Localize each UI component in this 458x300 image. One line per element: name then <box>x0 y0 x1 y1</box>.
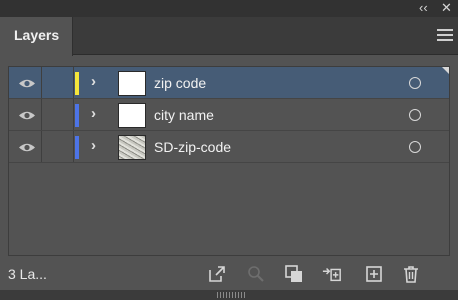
move-to-layer-icon[interactable] <box>322 264 342 284</box>
layer-name[interactable]: zip code <box>154 75 206 91</box>
layers-panel: ‹‹ ✕ Layers › zip code › city name › SD-… <box>0 0 458 300</box>
expand-chevron-icon[interactable]: › <box>91 105 96 122</box>
tab-bar: Layers <box>0 17 458 56</box>
layer-thumbnail <box>118 71 146 96</box>
layer-thumbnail <box>118 135 146 160</box>
clipping-mask-icon[interactable] <box>284 264 304 284</box>
layer-color-swatch <box>75 104 79 127</box>
layer-color-swatch <box>75 72 79 95</box>
target-circle-icon[interactable] <box>409 109 421 121</box>
tab-layers[interactable]: Layers <box>0 17 73 56</box>
layer-thumbnail <box>118 103 146 128</box>
collapse-icon[interactable]: ‹‹ <box>419 1 428 15</box>
export-icon[interactable] <box>207 264 227 284</box>
visibility-eye-icon[interactable] <box>18 142 36 153</box>
new-layer-icon[interactable] <box>364 264 384 284</box>
panel-footer: 3 La... <box>0 262 458 287</box>
target-circle-icon[interactable] <box>409 141 421 153</box>
visibility-eye-icon[interactable] <box>18 78 36 89</box>
layer-row[interactable]: › SD-zip-code <box>9 131 449 163</box>
expand-chevron-icon[interactable]: › <box>91 73 96 90</box>
layer-count-label: 3 La... <box>8 266 47 282</box>
selection-indicator-icon <box>442 67 449 74</box>
panel-menu-icon[interactable] <box>437 29 453 43</box>
expand-chevron-icon[interactable]: › <box>91 137 96 154</box>
close-icon[interactable]: ✕ <box>441 1 452 15</box>
grip-dots-icon <box>217 292 245 298</box>
trash-icon[interactable] <box>401 264 421 284</box>
layer-row[interactable]: › zip code <box>9 67 449 99</box>
layer-row[interactable]: › city name <box>9 99 449 131</box>
locate-object-icon[interactable] <box>246 264 266 284</box>
panel-title-strip: ‹‹ ✕ <box>0 0 458 17</box>
resize-grip[interactable] <box>0 290 458 300</box>
layers-list: › zip code › city name › SD-zip-code <box>8 66 450 256</box>
visibility-eye-icon[interactable] <box>18 110 36 121</box>
layer-color-swatch <box>75 136 79 159</box>
target-circle-icon[interactable] <box>409 77 421 89</box>
layer-name[interactable]: city name <box>154 107 214 123</box>
layer-name[interactable]: SD-zip-code <box>154 139 231 155</box>
